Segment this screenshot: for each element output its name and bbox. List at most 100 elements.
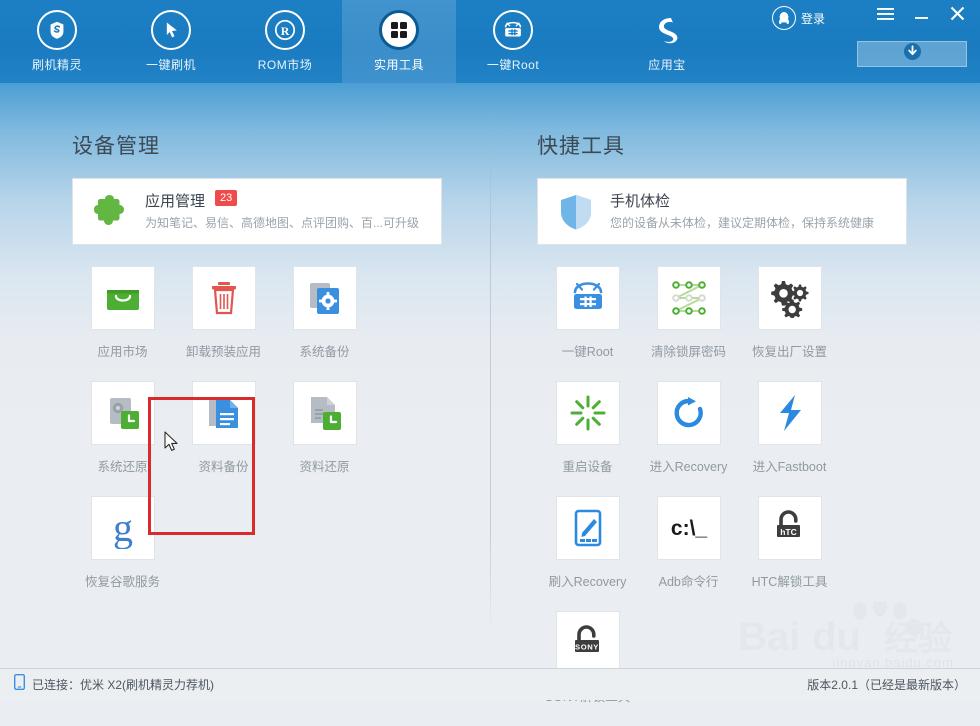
login-label: 登录	[800, 11, 825, 26]
tile-oneclick-root[interactable]: 一键Root	[537, 266, 638, 381]
tile-enter-recovery[interactable]: 进入Recovery	[638, 381, 739, 496]
card-description: 您的设备从未体检，建议定期体检，保持系统健康	[610, 215, 875, 230]
tile-restore-google-services[interactable]: g 恢复谷歌服务	[72, 496, 173, 611]
phone-checkup-card[interactable]: 手机体检 您的设备从未体检，建议定期体检，保持系统健康	[537, 178, 907, 245]
phone-icon	[13, 673, 26, 695]
tile-label: 进入Fastboot	[752, 460, 827, 474]
tile-htc-unlock[interactable]: hTC HTC解锁工具	[739, 496, 840, 611]
brand-s-icon	[36, 9, 78, 51]
nav-tab-rom-market[interactable]: R ROM市场	[228, 0, 342, 83]
tile-label: 卸载预装应用	[185, 345, 261, 359]
tile-label: 一键Root	[561, 345, 614, 359]
tile-label: 恢复谷歌服务	[84, 575, 160, 589]
tile-flash-recovery[interactable]: 刷入Recovery	[537, 496, 638, 611]
android-root-icon	[555, 266, 620, 330]
gears-icon	[757, 266, 822, 330]
trash-can-icon	[191, 266, 256, 330]
nav-tab-label: 实用工具	[373, 58, 424, 72]
tile-clear-lockscreen-password[interactable]: 清除锁屏密码	[638, 266, 739, 381]
svg-text:hTC: hTC	[780, 527, 797, 537]
sony-unlock-icon: SONY	[555, 611, 620, 675]
tile-label: 资料还原	[299, 460, 350, 474]
shopping-bag-icon	[90, 266, 155, 330]
system-restore-icon	[90, 381, 155, 445]
main-navigation: 刷机精灵 一键刷机 R ROM市场 实用工具 一键Root 应用宝	[0, 0, 724, 83]
system-backup-icon	[292, 266, 357, 330]
tile-data-restore[interactable]: 资料还原	[274, 381, 375, 496]
yingyongbao-icon	[646, 9, 688, 51]
nav-tab-label: 应用宝	[648, 58, 686, 72]
panel-divider	[490, 112, 491, 637]
tile-uninstall-preinstalled[interactable]: 卸载预装应用	[173, 266, 274, 381]
download-button[interactable]	[857, 41, 967, 67]
htc-unlock-icon: hTC	[757, 496, 822, 560]
tile-label: 应用市场	[97, 345, 148, 359]
tile-label: HTC解锁工具	[751, 575, 828, 589]
tile-system-backup[interactable]: 系统备份	[274, 266, 375, 381]
minimize-icon[interactable]	[912, 7, 930, 25]
tile-label: 系统还原	[97, 460, 148, 474]
status-bar: 已连接：优米 X2(刷机精灵力荐机) 版本2.0.1（已经是最新版本）	[0, 668, 980, 700]
tile-label: 重启设备	[562, 460, 613, 474]
tile-factory-reset[interactable]: 恢复出厂设置	[739, 266, 840, 381]
connection-status: 已连接：优米 X2(刷机精灵力荐机)	[13, 673, 214, 695]
status-badge: 23	[215, 189, 238, 206]
panel-title-left: 设备管理	[72, 135, 160, 158]
nav-tab-yingyongbao[interactable]: 应用宝	[610, 0, 724, 83]
panel-title-right: 快捷工具	[537, 135, 625, 158]
lightning-bolt-icon	[757, 381, 822, 445]
nav-tab-label: 刷机精灵	[31, 58, 82, 72]
nav-tab-label: 一键Root	[486, 58, 540, 72]
close-icon[interactable]	[948, 6, 966, 25]
card-title: 应用管理	[145, 192, 206, 210]
shield-icon	[556, 192, 596, 232]
grid-squares-icon	[378, 9, 420, 51]
android-root-icon	[492, 9, 534, 51]
hamburger-menu-icon[interactable]	[876, 7, 894, 25]
login-button[interactable]: 登录	[771, 6, 825, 30]
tile-label: 进入Recovery	[649, 460, 728, 474]
tile-data-backup[interactable]: 资料备份	[173, 381, 274, 496]
quick-tools-tiles: 一键Root 清除锁屏密码 恢复出厂设置 重启设备 进入Recovery 进入F…	[537, 266, 909, 726]
app-management-card[interactable]: 应用管理 23 为知笔记、易信、高德地图、点评团购、百...可升级	[72, 178, 442, 245]
tile-enter-fastboot[interactable]: 进入Fastboot	[739, 381, 840, 496]
tile-label: 清除锁屏密码	[650, 345, 726, 359]
tile-label: 系统备份	[299, 345, 350, 359]
nav-tab-oneclick-root[interactable]: 一键Root	[456, 0, 570, 83]
quick-tools-panel: 快捷工具 手机体检 您的设备从未体检，建议定期体检，保持系统健康 一键Root …	[537, 130, 909, 726]
tile-reboot-device[interactable]: 重启设备	[537, 381, 638, 496]
reboot-burst-icon	[555, 381, 620, 445]
svg-text:R: R	[281, 24, 290, 38]
nav-tab-yijianshuaji[interactable]: 一键刷机	[114, 0, 228, 83]
tile-system-restore[interactable]: 系统还原	[72, 381, 173, 496]
pattern-lock-icon	[656, 266, 721, 330]
window-controls	[876, 6, 966, 25]
nav-tab-label: ROM市场	[257, 58, 313, 72]
header-right-controls: 登录	[720, 0, 980, 83]
tile-label: 恢复出厂设置	[751, 345, 827, 359]
tile-label: 刷入Recovery	[548, 575, 627, 589]
phone-pencil-icon	[555, 496, 620, 560]
card-description: 为知笔记、易信、高德地图、点评团购、百...可升级	[145, 215, 420, 230]
qq-penguin-icon	[771, 6, 796, 30]
nav-tab-utilities[interactable]: 实用工具	[342, 0, 456, 83]
google-g-icon: g	[90, 496, 155, 560]
nav-tab-shuajijingling[interactable]: 刷机精灵	[0, 0, 114, 83]
device-management-panel: 设备管理 应用管理 23 为知笔记、易信、高德地图、点评团购、百...可升级 应…	[72, 130, 444, 611]
tile-adb-command-line[interactable]: c:\_ Adb命令行	[638, 496, 739, 611]
tile-app-market[interactable]: 应用市场	[72, 266, 173, 381]
app-header: 刷机精灵 一键刷机 R ROM市场 实用工具 一键Root 应用宝 登录	[0, 0, 980, 83]
cursor-arrow-icon	[150, 9, 192, 51]
registered-r-icon: R	[264, 9, 306, 51]
svg-text:c:\_: c:\_	[670, 517, 707, 540]
tile-label: Adb命令行	[658, 575, 719, 589]
data-backup-icon	[191, 381, 256, 445]
puzzle-piece-icon	[91, 192, 131, 232]
device-management-tiles: 应用市场 卸载预装应用 系统备份 系统还原 资料备份 资料还原 g 恢复谷歌服务	[72, 266, 444, 611]
tile-label: 资料备份	[198, 460, 249, 474]
nav-tab-label: 一键刷机	[145, 58, 196, 72]
svg-text:g: g	[113, 507, 133, 549]
card-title: 手机体检	[610, 192, 671, 210]
data-restore-icon	[292, 381, 357, 445]
svg-text:SONY: SONY	[575, 643, 599, 652]
